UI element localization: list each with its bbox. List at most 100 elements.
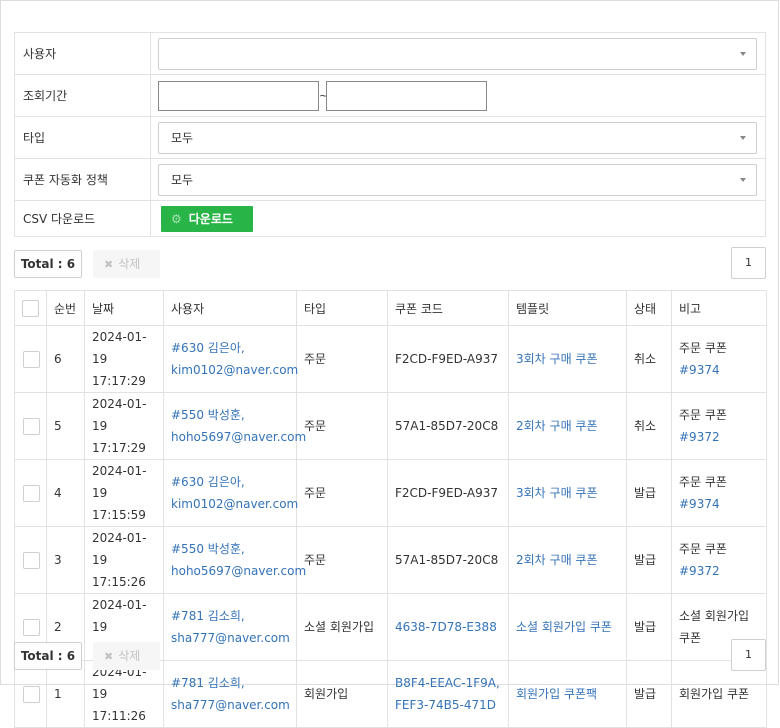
note-order-link[interactable]: #9374 <box>679 493 759 515</box>
download-button-label: 다운로드 <box>188 212 233 226</box>
coupon-code-text: 57A1-85D7-20C8 <box>395 553 499 567</box>
note-order-link[interactable]: #9374 <box>679 359 759 381</box>
coupon-code-text[interactable]: B8F4-EEAC-1F9A, <box>395 672 501 694</box>
download-button[interactable]: ⚙ 다운로드 <box>161 205 253 232</box>
seq-cell: 4 <box>46 459 85 527</box>
note-text: 주문 쿠폰 <box>679 475 727 489</box>
user-link[interactable]: #550 박성훈, <box>171 538 289 560</box>
note-cell: 주문 쿠폰 #9372 <box>671 392 767 460</box>
template-cell[interactable]: 3회차 구매 쿠폰 <box>508 325 627 393</box>
type-filter-label: 타입 <box>14 116 151 159</box>
date-text: 2024-01-19 <box>92 330 147 366</box>
user-select[interactable] <box>158 37 757 70</box>
policy-filter-label: 쿠폰 자동화 정책 <box>14 158 151 201</box>
date-text: 2024-01-19 <box>92 598 147 634</box>
column-header: 사용자 <box>163 290 297 326</box>
row-select-cell[interactable] <box>14 459 47 527</box>
delete-button[interactable]: ✖ 삭제 <box>93 250 160 278</box>
table-row: 5 2024-01-19 17:17:29 #550 박성훈, hoho5697@nav… <box>14 392 767 460</box>
row-checkbox[interactable] <box>23 351 40 368</box>
user-cell[interactable]: #630 김은아, kim0102@naver.com <box>163 459 298 527</box>
page-button[interactable]: 1 <box>731 247 766 279</box>
date-cell: 2024-01-19 17:17:29 <box>84 392 164 460</box>
row-select-cell[interactable] <box>14 325 47 393</box>
row-checkbox[interactable] <box>23 619 40 636</box>
row-checkbox[interactable] <box>23 686 40 703</box>
row-checkbox[interactable] <box>23 552 40 569</box>
note-text: 주문 쿠폰 <box>679 408 727 422</box>
user-email-link[interactable]: sha777@naver.com <box>171 694 290 716</box>
status-cell: 취소 <box>626 325 672 393</box>
template-link[interactable]: 소셜 회원가입 쿠폰 <box>516 620 612 634</box>
caret-down-icon <box>740 177 746 182</box>
user-cell[interactable]: #550 박성훈, hoho5697@naver.com <box>163 526 306 594</box>
type-cell: 주문 <box>296 459 388 527</box>
coupon-code-cell: F2CD-F9ED-A937 <box>387 459 509 527</box>
row-select-cell[interactable] <box>14 392 47 460</box>
header-select-all[interactable] <box>14 290 47 326</box>
type-cell: 주문 <box>296 392 388 460</box>
table-row: 3 2024-01-19 17:15:26 #550 박성훈, hoho5697@nav… <box>14 526 767 594</box>
period-filter-label: 조회기간 <box>14 74 151 117</box>
template-link[interactable]: 회원가입 쿠폰팩 <box>516 687 597 701</box>
template-link[interactable]: 3회차 구매 쿠폰 <box>516 486 598 500</box>
total-count-badge: Total : 6 <box>14 642 82 670</box>
delete-button-label: 삭제 <box>118 257 141 271</box>
policy-select-value: 모두 <box>171 172 194 187</box>
status-cell: 발급 <box>626 526 672 594</box>
gear-icon: ⚙ <box>171 211 182 226</box>
status-cell: 취소 <box>626 392 672 460</box>
delete-button-label: 삭제 <box>118 649 141 663</box>
coupon-code-text[interactable]: 4638-7D78-E388 <box>395 616 501 638</box>
template-cell[interactable]: 2회차 구매 쿠폰 <box>508 392 627 460</box>
note-text: 회원가입 쿠폰 <box>679 687 750 701</box>
type-select[interactable]: 모두 <box>158 121 757 154</box>
row-select-cell[interactable] <box>14 526 47 594</box>
column-header: 타입 <box>296 290 388 326</box>
column-header: 쿠폰 코드 <box>387 290 509 326</box>
start-date-input[interactable] <box>158 80 319 111</box>
user-cell[interactable]: #630 김은아, kim0102@naver.com <box>163 325 298 393</box>
user-email-link[interactable]: kim0102@naver.com <box>171 359 298 381</box>
user-email-link[interactable]: hoho5697@naver.com <box>171 560 306 582</box>
date-range-separator: ~ <box>319 89 329 102</box>
user-link[interactable]: #781 김소희, <box>171 672 289 694</box>
time-text: 17:17:29 <box>92 374 146 388</box>
row-checkbox[interactable] <box>23 485 40 502</box>
status-cell: 발급 <box>626 459 672 527</box>
user-link[interactable]: #550 박성훈, <box>171 404 289 426</box>
user-link[interactable]: #781 김소희, <box>171 605 289 627</box>
coupon-code-text[interactable]: FEF3-74B5-471D <box>395 694 501 716</box>
date-text: 2024-01-19 <box>92 531 147 567</box>
table-row: 4 2024-01-19 17:15:59 #630 김은아, kim0102@nave… <box>14 459 767 527</box>
template-link[interactable]: 3회차 구매 쿠폰 <box>516 352 598 366</box>
policy-select[interactable]: 모두 <box>158 163 757 196</box>
top-toolbar: Total : 6 ✖ 삭제 1 <box>14 247 766 279</box>
user-link[interactable]: #630 김은아, <box>171 471 289 493</box>
end-date-input[interactable] <box>326 80 487 111</box>
user-link[interactable]: #630 김은아, <box>171 337 289 359</box>
delete-button[interactable]: ✖ 삭제 <box>93 642 160 670</box>
user-cell[interactable]: #550 박성훈, hoho5697@naver.com <box>163 392 306 460</box>
user-email-link[interactable]: hoho5697@naver.com <box>171 426 306 448</box>
page-button[interactable]: 1 <box>731 639 766 671</box>
user-email-link[interactable]: kim0102@naver.com <box>171 493 298 515</box>
note-order-link[interactable]: #9372 <box>679 426 759 448</box>
note-order-link[interactable]: #9372 <box>679 560 759 582</box>
select-all-checkbox[interactable] <box>22 299 39 317</box>
row-checkbox[interactable] <box>23 418 40 435</box>
template-cell[interactable]: 3회차 구매 쿠폰 <box>508 459 627 527</box>
note-cell: 주문 쿠폰 #9372 <box>671 526 767 594</box>
type-cell: 주문 <box>296 526 388 594</box>
template-link[interactable]: 2회차 구매 쿠폰 <box>516 419 598 433</box>
coupon-code-cell: F2CD-F9ED-A937 <box>387 325 509 393</box>
column-header: 순번 <box>46 290 85 326</box>
filter-form: 사용자 조회기간 ~ 타입 모두 쿠폰 자동화 정책 모두 CSV 다운로드 ⚙… <box>14 32 766 237</box>
template-cell[interactable]: 2회차 구매 쿠폰 <box>508 526 627 594</box>
user-filter-label: 사용자 <box>14 32 151 75</box>
column-header: 템플릿 <box>508 290 627 326</box>
column-header: 날짜 <box>84 290 164 326</box>
template-link[interactable]: 2회차 구매 쿠폰 <box>516 553 598 567</box>
seq-cell: 3 <box>46 526 85 594</box>
column-header: 비고 <box>671 290 767 326</box>
